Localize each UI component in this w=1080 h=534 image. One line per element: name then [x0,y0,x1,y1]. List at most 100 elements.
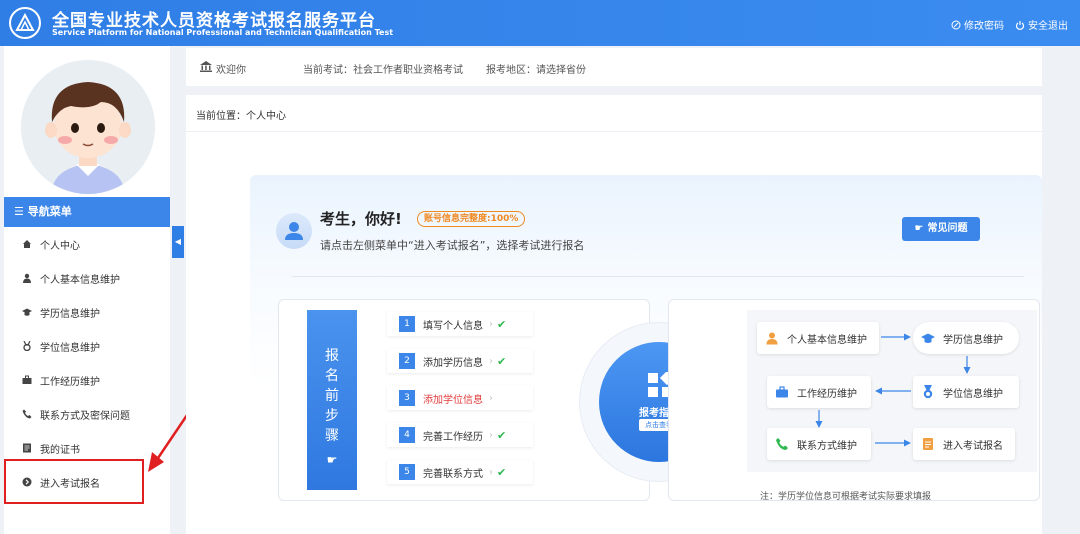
avatar [21,60,155,194]
platform-logo-icon [9,7,41,39]
sidebar-item-label: 联系方式及密保问题 [40,410,130,422]
document-icon [923,438,933,450]
user-icon [766,332,778,345]
flow-enter-registration[interactable]: 进入考试报名 [913,428,1015,460]
greeting-avatar [276,213,312,249]
info-bar: 欢迎你 当前考试：社会工作者职业资格考试 报考地区：请选择省份 [186,48,1042,86]
arrow-right-icon [881,333,911,341]
step-contact-info[interactable]: 5 完善联系方式 › ✔ [387,460,533,484]
arrow-left-icon [875,387,911,395]
logout-link[interactable]: 安全退出 [1015,17,1068,32]
step-label: 添加学位信息 [423,394,483,406]
bank-icon [200,61,212,72]
main-panel: 当前位置：个人中心 考生，你好! 账号信息完整度:100% 请点击左侧菜单中“进… [186,95,1042,534]
arrow-down-icon [963,356,971,374]
check-icon: ✔ [497,354,507,368]
chevron-right-icon: › [489,429,493,441]
flow-label: 联系方式维护 [797,440,857,452]
sidebar-collapse-button[interactable]: ◀ [172,226,184,258]
flow-note: 注：学历学位信息可根据考试实际要求填报 [760,492,932,502]
welcome-card: 考生，你好! 账号信息完整度:100% 请点击左侧菜单中“进入考试报名”，选择考… [250,175,1042,534]
sidebar-item-label: 个人基本信息维护 [40,274,120,286]
flow-label: 工作经历维护 [797,388,857,400]
chevron-right-icon: › [489,392,493,404]
step-label: 完善工作经历 [423,431,483,443]
user-icon [285,222,303,240]
medal-icon [23,341,31,351]
flow-degree[interactable]: 学位信息维护 [913,376,1019,408]
flow-contact[interactable]: 联系方式维护 [767,428,871,460]
flow-label: 学历信息维护 [943,334,1003,346]
logout-label: 安全退出 [1028,21,1068,32]
sidebar-item-label: 学位信息维护 [40,342,100,354]
flow-label: 学位信息维护 [943,388,1003,400]
certificate-icon [23,443,31,453]
card-divider [292,276,1024,277]
step-number: 3 [399,390,415,406]
step-number: 4 [399,427,415,443]
steps-label-char: 步 [325,408,339,424]
user-icon [23,273,31,283]
flow-personal-info[interactable]: 个人基本信息维护 [757,322,879,354]
sidebar-item-label: 学历信息维护 [40,308,100,320]
steps-label-char: 名 [325,368,339,384]
flow-work-experience[interactable]: 工作经历维护 [767,376,871,408]
phone-icon [776,438,788,450]
arrow-down-icon [815,410,823,428]
check-icon: ✔ [497,317,507,331]
graduation-cap-icon [921,333,935,343]
power-icon [1015,20,1025,30]
sidebar-item-label: 个人中心 [40,240,80,252]
completeness-badge: 账号信息完整度:100% [417,211,526,227]
exam-region-selector[interactable]: 报考地区：请选择省份 [486,61,586,76]
arrow-right-icon [875,439,911,447]
sidebar-item-basic-info[interactable]: 个人基本信息维护 [4,261,170,295]
nav-menu-title: ☰ 导航菜单 [4,197,170,227]
step-fill-personal-info[interactable]: 1 填写个人信息 › ✔ [387,312,533,336]
step-number: 5 [399,464,415,480]
sidebar-item-label: 工作经历维护 [40,376,100,388]
phone-icon [22,409,32,419]
briefcase-icon [776,386,788,398]
top-header: 全国专业技术人员资格考试报名服务平台 Service Platform for … [0,0,1080,46]
sidebar-item-personal-center[interactable]: 个人中心 [4,227,170,261]
steps-label-char: 前 [325,388,339,404]
flow-label: 进入考试报名 [943,440,1003,452]
step-number: 1 [399,316,415,332]
greeting-subtitle: 请点击左侧菜单中“进入考试报名”，选择考试进行报名 [320,239,585,252]
chevron-right-icon: › [489,355,493,367]
check-icon: ✔ [497,428,507,442]
steps-label: 报 名 前 步 骤 ☛ [307,310,357,490]
step-number: 2 [399,353,415,369]
flow-label: 个人基本信息维护 [787,334,867,346]
graduation-cap-icon [22,308,32,316]
edit-icon [951,20,961,29]
welcome-text: 欢迎你 [216,65,246,76]
breadcrumb: 当前位置：个人中心 [196,111,286,122]
chevron-right-icon: › [489,466,493,478]
chevron-right-icon: › [489,318,493,330]
step-label: 填写个人信息 [423,320,483,332]
step-label: 完善联系方式 [423,468,483,480]
faq-button[interactable]: ☛ 常见问题 [902,217,980,241]
change-password-link[interactable]: 修改密码 [951,17,1004,32]
step-label: 添加学历信息 [423,357,483,369]
breadcrumb-divider [186,131,1042,132]
hand-pointer-icon: ☛ [326,453,338,467]
flow-panel: 个人基本信息维护 学历信息维护 工作经历维护 学位信息维护 联系方式维护 进入考… [668,299,1040,501]
cartoon-avatar-icon [21,60,155,194]
home-icon [23,240,31,248]
change-password-label: 修改密码 [964,21,1004,32]
thumb-pointer-icon: ☛ [914,223,924,234]
highlight-box [4,459,144,504]
step-add-degree[interactable]: 3 添加学位信息 › [387,386,533,410]
current-exam-text: 当前考试：社会工作者职业资格考试 [303,65,463,76]
step-work-experience[interactable]: 4 完善工作经历 › ✔ [387,423,533,447]
briefcase-icon [22,375,32,384]
check-icon: ✔ [497,465,507,479]
faq-label: 常见问题 [927,223,968,234]
greeting-title: 考生，你好! [320,210,402,228]
step-add-education[interactable]: 2 添加学历信息 › ✔ [387,349,533,373]
flow-education[interactable]: 学历信息维护 [913,322,1019,354]
steps-label-char: 报 [325,348,339,364]
